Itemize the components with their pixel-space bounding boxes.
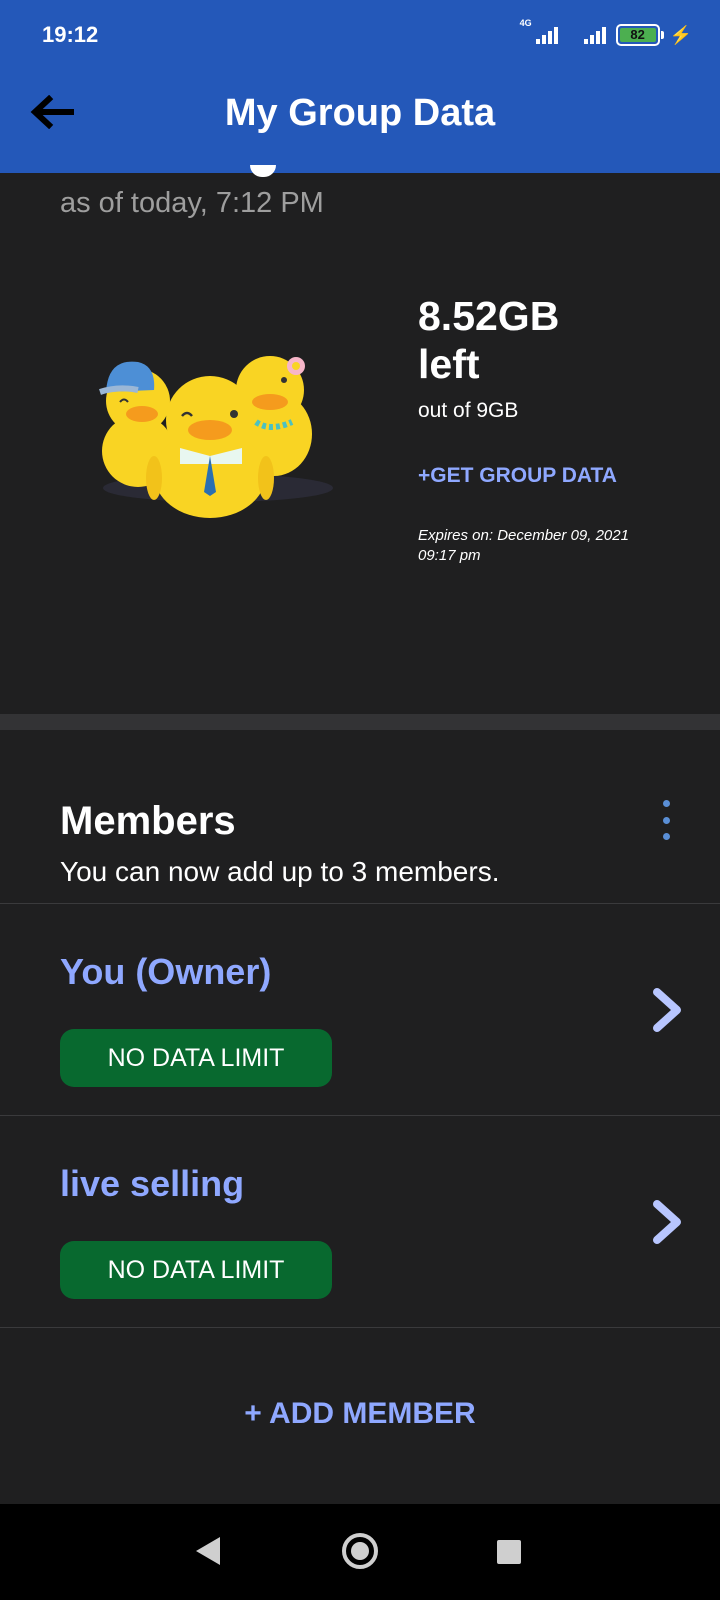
nav-recents-icon[interactable] — [497, 1540, 521, 1564]
status-icons: 4G 82 ⚡ — [520, 18, 692, 48]
member-name: live selling — [60, 1163, 245, 1204]
status-time: 19:12 — [42, 22, 99, 47]
data-total: out of 9GB — [418, 399, 519, 422]
chevron-right-icon — [653, 1200, 681, 1244]
system-nav-bar — [0, 1504, 720, 1600]
divider — [0, 1327, 720, 1328]
data-limit-badge: NO DATA LIMIT — [60, 1029, 332, 1087]
signal-4g-icon: 4G — [520, 18, 558, 46]
data-left-amount: 8.52GB — [418, 293, 560, 339]
three-ducks-illustration — [99, 356, 333, 518]
chevron-right-icon — [653, 988, 681, 1032]
nav-home-icon[interactable] — [342, 1533, 378, 1569]
as-of-timestamp: as of today, 7:12 PM — [60, 187, 324, 219]
charging-icon: ⚡ — [669, 25, 692, 45]
signal-icon — [568, 24, 606, 46]
group-data-screen: 19:12 4G 82 ⚡ My Group Data as of today,… — [0, 0, 720, 1600]
member-row-live-selling[interactable]: live selling NO DATA LIMIT — [0, 1115, 720, 1325]
scrolled-heading-fragment — [60, 164, 360, 178]
section-divider — [0, 714, 720, 730]
network-type-label: 4G — [519, 18, 532, 28]
data-limit-badge: NO DATA LIMIT — [60, 1241, 332, 1299]
expiry-date: Expires on: December 09, 2021 09:17 pm — [418, 527, 629, 564]
battery-level: 82 — [619, 28, 656, 42]
add-member-button[interactable]: + ADD MEMBER — [0, 1397, 720, 1431]
more-vertical-icon[interactable] — [656, 800, 676, 840]
data-remaining: 8.52GB left — [418, 292, 668, 388]
members-title: Members — [60, 799, 236, 843]
nav-back-icon[interactable] — [196, 1537, 220, 1565]
members-subtitle: You can now add up to 3 members. — [60, 856, 500, 887]
data-left-suffix: left — [418, 341, 480, 387]
get-group-data-link[interactable]: +GET GROUP DATA — [418, 464, 617, 488]
member-name: You (Owner) — [60, 951, 272, 992]
app-header: 19:12 4G 82 ⚡ My Group Data — [0, 0, 720, 173]
page-title: My Group Data — [224, 92, 496, 134]
battery-icon: 82 — [615, 24, 664, 46]
member-row-owner[interactable]: You (Owner) NO DATA LIMIT — [0, 903, 720, 1113]
